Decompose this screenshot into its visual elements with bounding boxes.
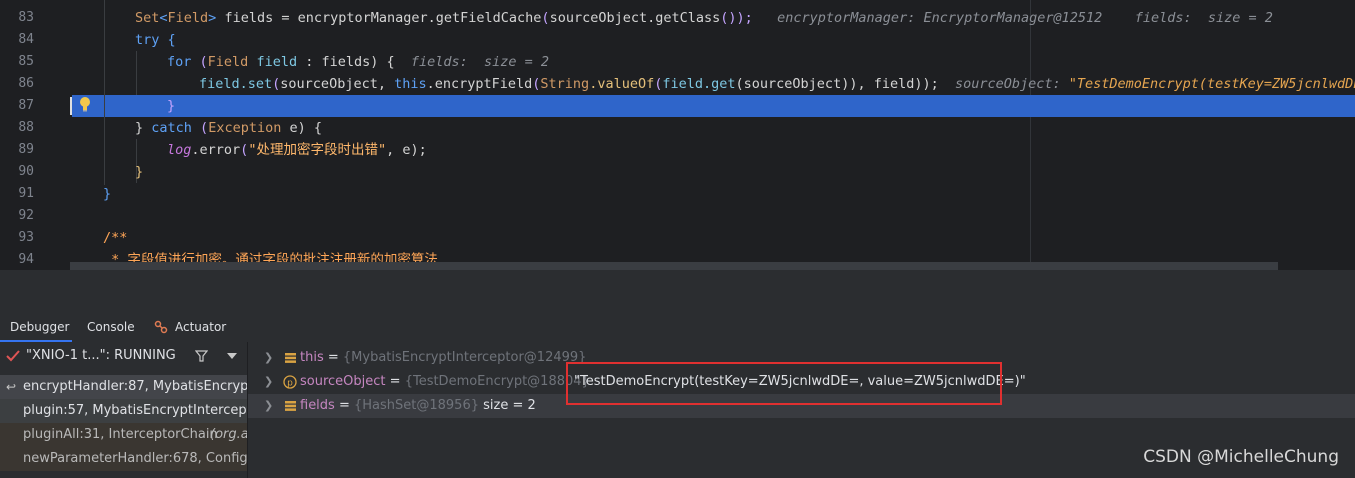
code-line-85: for (Field field : fields) { fields: siz…	[167, 54, 550, 70]
horizontal-scrollbar[interactable]	[70, 262, 1278, 270]
panel-separator	[0, 270, 1355, 312]
parameter-icon: p	[283, 375, 297, 389]
tab-console[interactable]: Console	[87, 320, 135, 334]
line-number: 85	[18, 54, 34, 69]
debug-tool-tabs: Debugger Console Actuator	[0, 312, 1355, 342]
thread-selector[interactable]: "XNIO-1 t...": RUNNING	[0, 342, 247, 370]
tab-debugger[interactable]: Debugger	[10, 320, 69, 334]
frame-item[interactable]: pluginAll:31, InterceptorChain (org.a	[0, 423, 247, 447]
code-editor[interactable]: 83 84 85 86 87 88 89 90 91 92 93 94 Set<…	[0, 0, 1355, 270]
variable-value: {MybatisEncryptInterceptor@12499}	[342, 350, 587, 365]
line-number: 86	[18, 76, 34, 91]
line-number: 94	[18, 252, 34, 267]
line-number: 89	[18, 142, 34, 157]
variable-size: size = 2	[483, 398, 536, 413]
execution-point-marker	[70, 97, 72, 115]
field-icon	[285, 401, 296, 411]
watermark: CSDN @MichelleChung	[1143, 447, 1339, 467]
variable-value: {HashSet@18956}	[354, 398, 479, 413]
chevron-right-icon[interactable]: ❯	[264, 394, 273, 418]
variable-name: this	[300, 350, 324, 365]
code-line-83: Set<Field> fields = encryptorManager.get…	[135, 10, 1273, 26]
line-number: 92	[18, 208, 34, 223]
svg-text:p: p	[287, 379, 293, 389]
code-line-86: field.set(sourceObject, this.encryptFiel…	[199, 76, 1355, 92]
chevron-right-icon[interactable]: ❯	[264, 370, 273, 394]
chevron-right-icon[interactable]: ❯	[264, 346, 273, 370]
line-number: 90	[18, 164, 34, 179]
code-line-90: }	[135, 164, 144, 180]
check-icon	[6, 350, 20, 362]
highlight-annotation-box	[566, 362, 1002, 405]
chevron-down-icon[interactable]	[227, 353, 237, 359]
variable-name: fields	[300, 398, 335, 413]
line-number: 93	[18, 230, 34, 245]
tab-actuator[interactable]: Actuator	[175, 320, 226, 334]
frame-item[interactable]: plugin:57, MybatisEncryptIntercepto	[0, 399, 247, 423]
code-line-89: log.error("处理加密字段时出错", e);	[167, 142, 427, 158]
return-arrow-icon: ↩	[6, 380, 17, 394]
line-number: 84	[18, 32, 34, 47]
frame-item[interactable]: ↩ encryptHandler:87, MybatisEncryptIn	[0, 375, 247, 399]
code-line-93: /**	[103, 230, 128, 246]
code-line-87: }	[167, 98, 176, 114]
variable-value: {TestDemoEncrypt@18804}	[404, 374, 590, 389]
frame-item[interactable]: newParameterHandler:678, Configur	[0, 447, 247, 471]
code-line-91: }	[103, 186, 112, 202]
line-number: 88	[18, 120, 34, 135]
code-line-88: } catch (Exception e) {	[135, 120, 322, 136]
thread-name: "XNIO-1 t...": RUNNING	[26, 348, 176, 363]
field-icon	[285, 353, 296, 363]
variable-name: sourceObject	[300, 374, 386, 389]
line-number: 87	[18, 98, 34, 113]
actuator-icon	[154, 320, 168, 334]
line-number: 83	[18, 10, 34, 25]
code-line-84: try {	[135, 32, 176, 48]
line-gutter: 83 84 85 86 87 88 89 90 91 92 93 94	[0, 0, 70, 270]
filter-icon[interactable]	[195, 350, 208, 362]
line-number: 91	[18, 186, 34, 201]
frames-panel: "XNIO-1 t...": RUNNING ↩ encryptHandler:…	[0, 342, 248, 478]
lightbulb-icon[interactable]	[78, 96, 92, 112]
